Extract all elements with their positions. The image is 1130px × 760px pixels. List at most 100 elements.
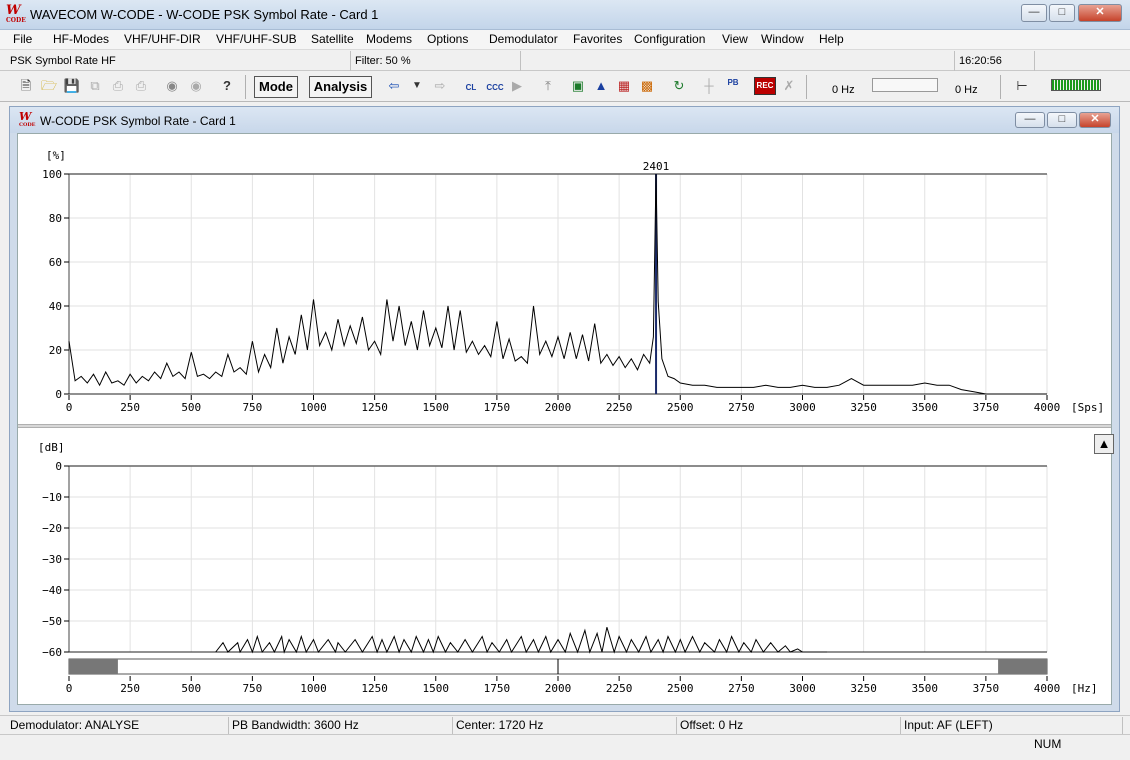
menu-window[interactable]: Window [761, 32, 804, 46]
x-tick-label: 2750 [728, 401, 755, 414]
title-bar: W CODE WAVECOM W-CODE - W-CODE PSK Symbol… [0, 0, 1130, 30]
child-maximize-button[interactable]: □ [1047, 112, 1077, 128]
minimize-button[interactable]: — [1021, 4, 1047, 22]
app-logo-icon: W CODE [19, 110, 36, 128]
play-icon[interactable]: ▶ [508, 77, 526, 95]
x-tick-label: 1500 [423, 682, 450, 695]
print-icon[interactable]: ⎙ [109, 77, 127, 95]
x-tick-label: 0 [66, 682, 73, 695]
x-tick-label: 1000 [300, 682, 327, 695]
binoculars-icon[interactable]: ◉ [163, 77, 181, 95]
mode-button[interactable]: Mode [254, 76, 298, 98]
find-next-icon[interactable]: ◉ [187, 77, 205, 95]
input-status: Input: AF (LEFT) [901, 717, 1123, 734]
child-close-button[interactable]: ✕ [1079, 112, 1111, 128]
child-window-title: W-CODE PSK Symbol Rate - Card 1 [40, 114, 236, 128]
menu-help[interactable]: Help [819, 32, 844, 46]
constellation-icon[interactable]: ▩ [638, 77, 656, 95]
info-bar: PSK Symbol Rate HF Filter: 50 % 16:20:56 [0, 51, 1130, 71]
menu-options[interactable]: Options [427, 32, 468, 46]
y-tick-label: −10 [42, 491, 62, 504]
cl-icon[interactable]: CL [462, 77, 480, 95]
y-tick-label: −30 [42, 553, 62, 566]
symbol-rate-marker-label: 2401 [643, 160, 670, 173]
refresh-icon[interactable]: ↻ [670, 77, 688, 95]
dropdown-arrow-icon[interactable]: ▼ [408, 77, 426, 95]
tuning-slider[interactable] [872, 78, 938, 92]
spectrum-series [215, 627, 827, 654]
spectrum-icon[interactable]: ▲ [592, 77, 610, 95]
menu-modems[interactable]: Modems [366, 32, 412, 46]
clock: 16:20:56 [955, 51, 1035, 71]
print-preview-icon[interactable]: ⎙ [132, 77, 150, 95]
analysis-button[interactable]: Analysis [309, 76, 372, 98]
menu-configuration[interactable]: Configuration [634, 32, 705, 46]
menu-satellite[interactable]: Satellite [311, 32, 354, 46]
x-tick-label: 2500 [667, 682, 694, 695]
filter-icon[interactable]: ┼ [700, 77, 718, 95]
x-tick-label: 3750 [973, 682, 1000, 695]
demodulator-status: Demodulator: ANALYSE [7, 717, 229, 734]
menu-file[interactable]: File [13, 32, 32, 46]
y-tick-label: −50 [42, 615, 62, 628]
center-status: Center: 1720 Hz [453, 717, 677, 734]
x-tick-label: 3500 [912, 401, 939, 414]
x-tick-label: 3250 [850, 682, 877, 695]
antenna-icon[interactable]: ⤒ [539, 77, 557, 95]
y-axis-label: [%] [46, 149, 66, 162]
bandwidth-status: PB Bandwidth: 3600 Hz [229, 717, 453, 734]
close-button[interactable]: ✕ [1078, 4, 1122, 22]
x-tick-label: 3000 [789, 401, 816, 414]
mute-icon[interactable]: ✗ [780, 77, 798, 95]
menu-vhf-uhf-dir[interactable]: VHF/UHF-DIR [124, 32, 201, 46]
passband-icon[interactable]: PB [724, 77, 742, 95]
symbol-rate-charts: 0 20 40 60 80 100 [%] 0 250 500 750 1000 1250 1500 175… [38, 149, 1104, 695]
maximize-button[interactable]: □ [1049, 4, 1075, 22]
x-axis-label: [Hz] [1071, 682, 1098, 695]
y-tick-label: 40 [49, 300, 62, 313]
x-tick-label: 1000 [300, 401, 327, 414]
new-file-icon[interactable]: 🗎 [17, 77, 35, 95]
pane-splitter[interactable] [18, 424, 1111, 428]
menu-view[interactable]: View [722, 32, 748, 46]
back-arrow-icon[interactable]: ⇦ [385, 77, 403, 95]
app-logo-icon: W CODE [6, 3, 26, 24]
x-tick-label: 1750 [484, 682, 511, 695]
x-tick-label: 250 [120, 682, 140, 695]
open-folder-icon[interactable]: 🗁 [40, 77, 58, 95]
x-tick-label: 2250 [606, 401, 633, 414]
scope-icon[interactable]: ▣ [569, 77, 587, 95]
waterfall-icon[interactable]: ▦ [615, 77, 633, 95]
menu-vhf-uhf-sub[interactable]: VHF/UHF-SUB [216, 32, 297, 46]
info-spacer [521, 51, 955, 71]
child-minimize-button[interactable]: — [1015, 112, 1045, 128]
chart-area: 0 20 40 60 80 100 [%] 0 250 500 750 1000 1250 1500 175… [17, 133, 1114, 705]
x-tick-label: 2500 [667, 401, 694, 414]
frequency-readout-1: 0 Hz [832, 84, 855, 96]
filter-value: Filter: 50 % [351, 51, 521, 71]
y-tick-label: 0 [55, 388, 62, 401]
status-bar-secondary: NUM [0, 734, 1130, 752]
x-tick-label: 2750 [728, 682, 755, 695]
x-tick-label: 3500 [912, 682, 939, 695]
x-tick-label: 3000 [789, 682, 816, 695]
frequency-readout-2: 0 Hz [955, 84, 978, 96]
passband-low-stop [69, 659, 118, 674]
x-tick-label: 4000 [1034, 682, 1061, 695]
y-tick-label: 60 [49, 256, 62, 269]
menu-demodulator[interactable]: Demodulator [489, 32, 558, 46]
copy-icon[interactable]: ⧉ [86, 77, 104, 95]
x-axis-label: [Sps] [1071, 401, 1104, 414]
ccc-icon[interactable]: CCC [484, 77, 506, 95]
menu-favorites[interactable]: Favorites [573, 32, 622, 46]
save-icon[interactable]: 💾 [63, 77, 81, 95]
y-axis-label: [dB] [38, 441, 65, 454]
help-icon[interactable]: ? [218, 77, 236, 95]
y-tick-label: −60 [42, 646, 62, 659]
scale-up-button[interactable]: ▲ [1094, 434, 1114, 454]
forward-arrow-icon[interactable]: ⇨ [431, 77, 449, 95]
record-icon[interactable]: REC [754, 77, 776, 95]
level-slider-icon[interactable]: ⊢ [1013, 77, 1031, 95]
x-tick-label: 500 [181, 682, 201, 695]
menu-hf-modes[interactable]: HF-Modes [53, 32, 109, 46]
